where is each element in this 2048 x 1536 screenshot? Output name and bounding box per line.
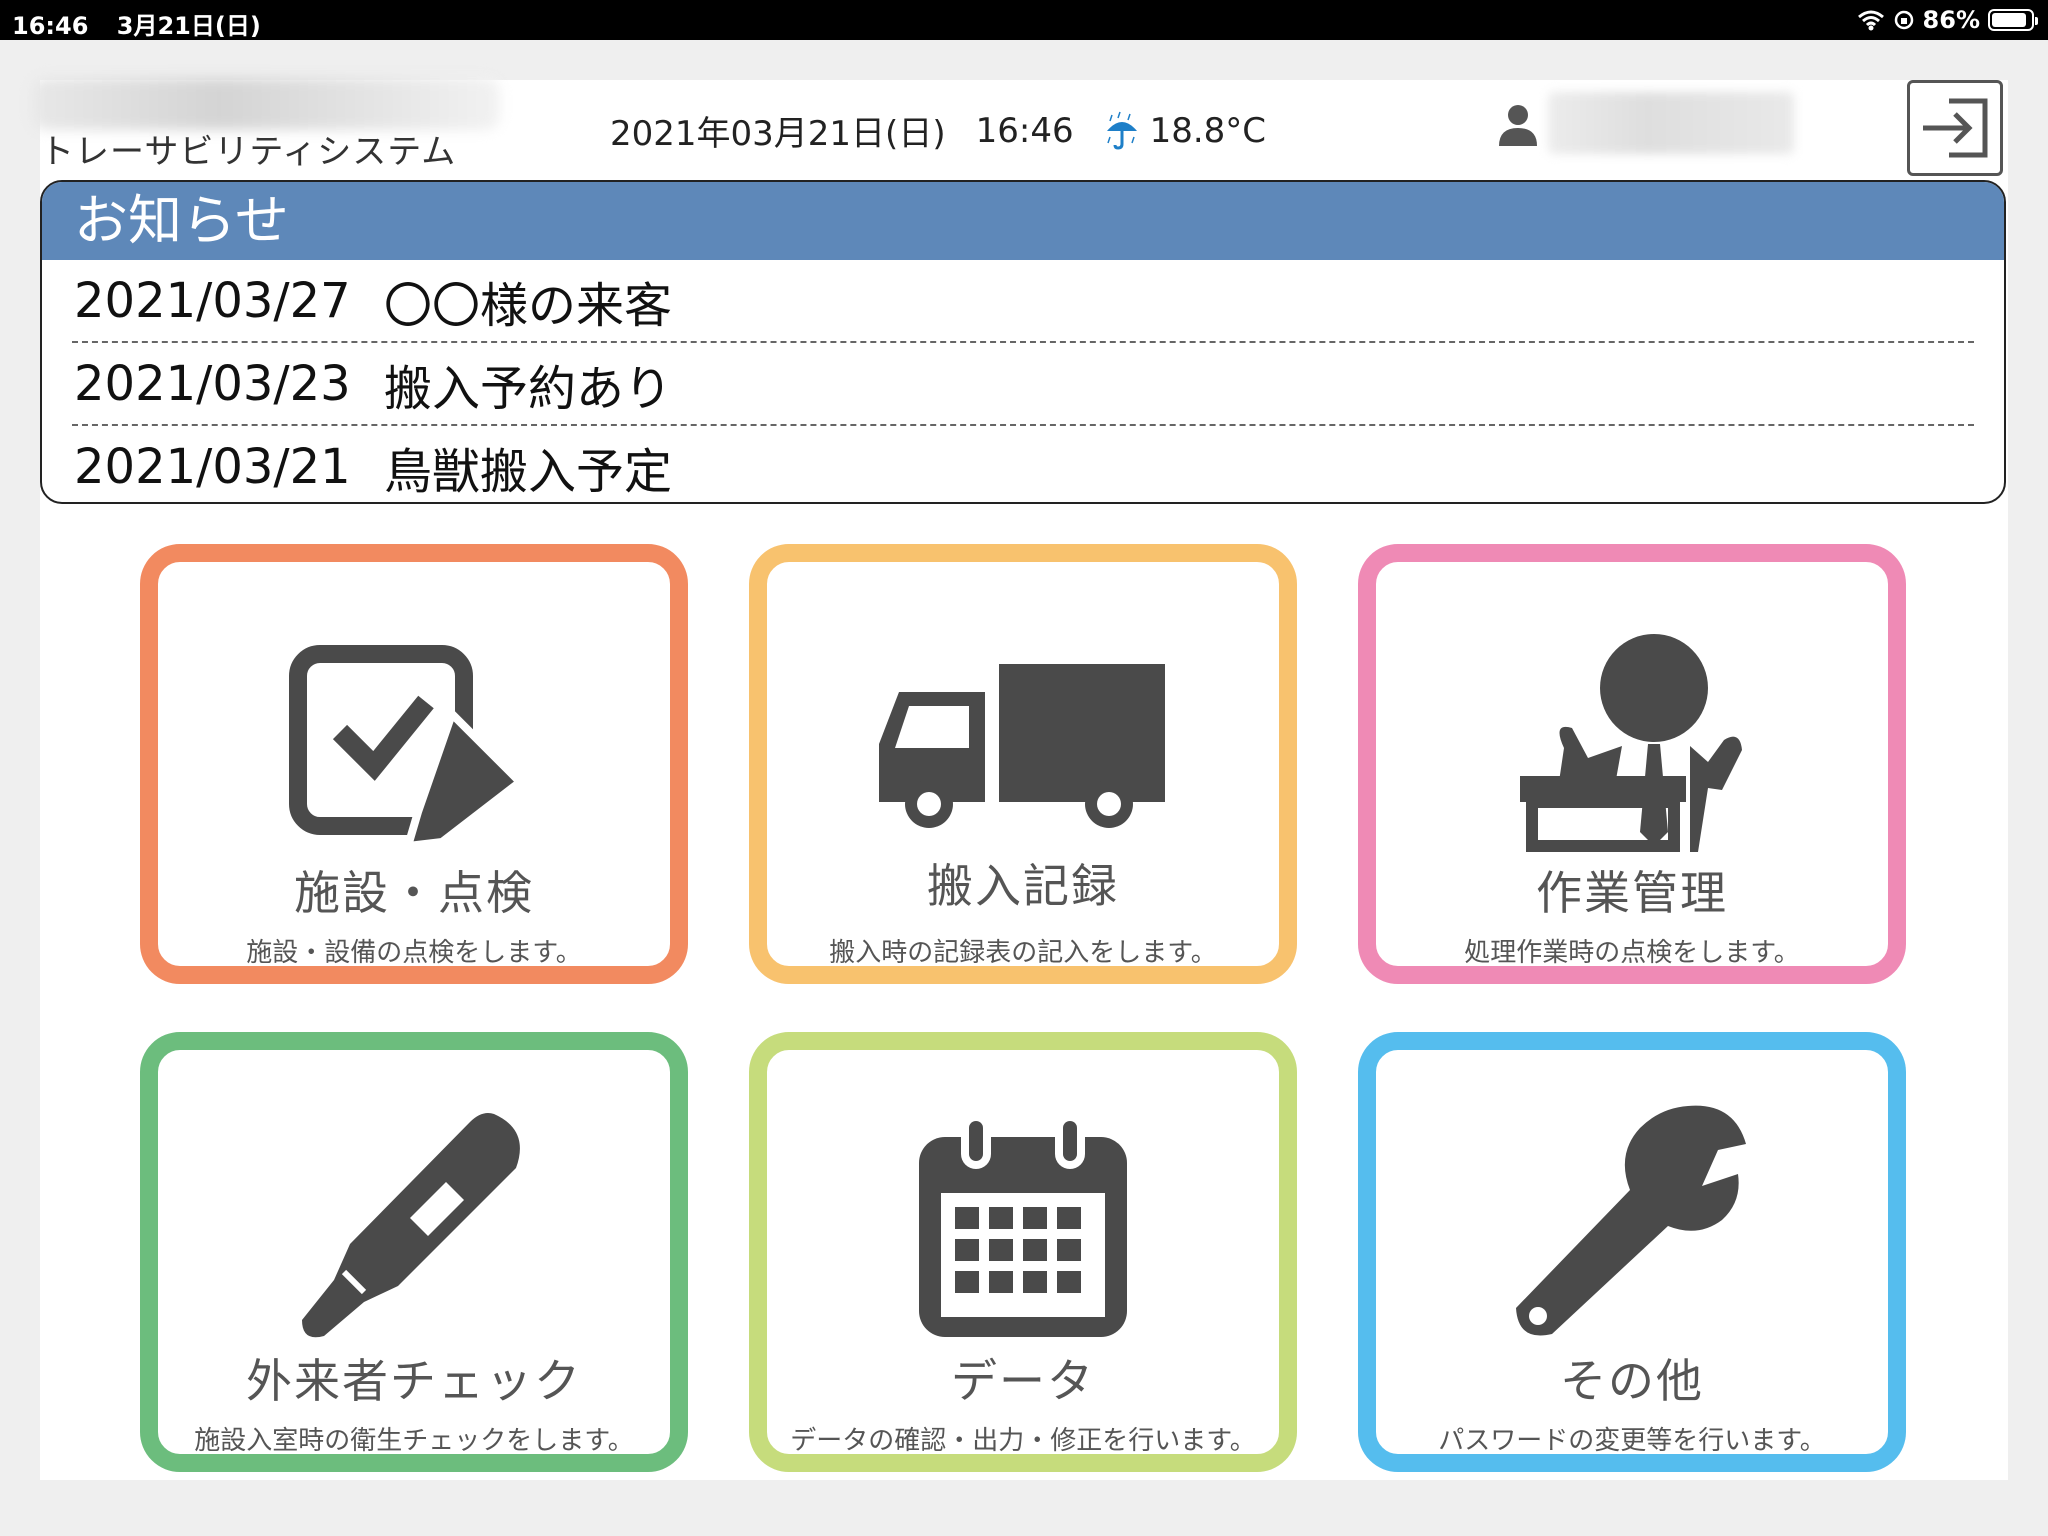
header-time: 16:46 [975, 110, 1074, 151]
logout-button[interactable] [1907, 80, 2003, 176]
menu-title: 外来者チェック [246, 1354, 582, 1408]
menu-title: 施設・点検 [294, 866, 534, 920]
system-title: トレーサビリティシステム [40, 132, 457, 172]
notice-date: 2021/03/21 [74, 438, 351, 495]
menu-description: データの確認・出力・修正を行います。 [790, 1426, 1256, 1456]
notice-date: 2021/03/23 [74, 355, 351, 412]
menu-title: 作業管理 [1536, 866, 1728, 920]
menu-visitor-check[interactable]: 外来者チェック 施設入室時の衛生チェックをします。 [140, 1032, 688, 1472]
status-bar: 16:46 3月21日(日) 86% [0, 0, 2048, 40]
wrench-icon [1516, 1105, 1746, 1336]
menu-delivery-record[interactable]: 搬入記録 搬入時の記録表の記入をします。 [749, 544, 1297, 984]
notice-text: 搬入予約あり [384, 360, 673, 417]
menu-title: データ [951, 1354, 1095, 1408]
temperature: 18.8°C [1149, 110, 1267, 151]
status-time: 16:46 [12, 12, 89, 40]
notice-text: 鳥獣搬入予定 [384, 443, 673, 500]
umbrella-rain-icon [1106, 111, 1137, 150]
notice-item[interactable]: 2021/03/23 搬入予約あり [72, 343, 1974, 426]
notice-title: お知らせ [42, 182, 2004, 260]
orientation-lock-icon [1894, 10, 1913, 30]
truck-icon [879, 664, 1165, 828]
battery-percent: 86% [1922, 6, 1980, 34]
wifi-icon [1857, 10, 1884, 31]
menu-description: 搬入時の記録表の記入をします。 [829, 938, 1217, 968]
menu-other[interactable]: その他 パスワードの変更等を行います。 [1358, 1032, 1906, 1472]
menu-data[interactable]: データ データの確認・出力・修正を行います。 [749, 1032, 1297, 1472]
menu-description: パスワードの変更等を行います。 [1438, 1426, 1826, 1456]
menu-description: 処理作業時の点検をします。 [1464, 938, 1800, 968]
worker-icon [1520, 634, 1742, 852]
menu-facility-inspection[interactable]: 施設・点検 施設・設備の点検をします。 [140, 544, 688, 984]
checklist-pencil-icon [289, 645, 527, 842]
header-datetime: 2021年03月21日(日) 16:46 18.8°C [610, 106, 1266, 155]
notice-text: 〇〇様の来客 [384, 277, 673, 334]
menu-title: その他 [1560, 1354, 1704, 1408]
logo-blurred [32, 78, 500, 130]
thermometer-icon [302, 1113, 520, 1338]
menu-description: 施設入室時の衛生チェックをします。 [194, 1426, 634, 1456]
menu-description: 施設・設備の点検をします。 [246, 938, 582, 968]
calendar-icon [919, 1115, 1127, 1337]
weather: 18.8°C [1104, 111, 1266, 151]
notice-item[interactable]: 2021/03/21 鳥獣搬入予定 [72, 426, 1974, 502]
user-icon [1499, 105, 1537, 146]
status-date: 3月21日(日) [116, 12, 261, 40]
logout-icon [1923, 98, 1988, 158]
header-date: 2021年03月21日(日) [610, 114, 946, 154]
notice-board: お知らせ 2021/03/27 〇〇様の来客 2021/03/23 搬入予約あり… [40, 180, 2006, 504]
menu-work-management[interactable]: 作業管理 処理作業時の点検をします。 [1358, 544, 1906, 984]
battery-icon [1988, 9, 2038, 31]
user-name-blurred [1548, 92, 1794, 154]
notice-item[interactable]: 2021/03/27 〇〇様の来客 [72, 260, 1974, 343]
main-panel: トレーサビリティシステム 2021年03月21日(日) 16:46 18.8°C [32, 78, 2008, 1480]
notice-date: 2021/03/27 [74, 272, 351, 329]
menu-title: 搬入記録 [927, 859, 1119, 913]
